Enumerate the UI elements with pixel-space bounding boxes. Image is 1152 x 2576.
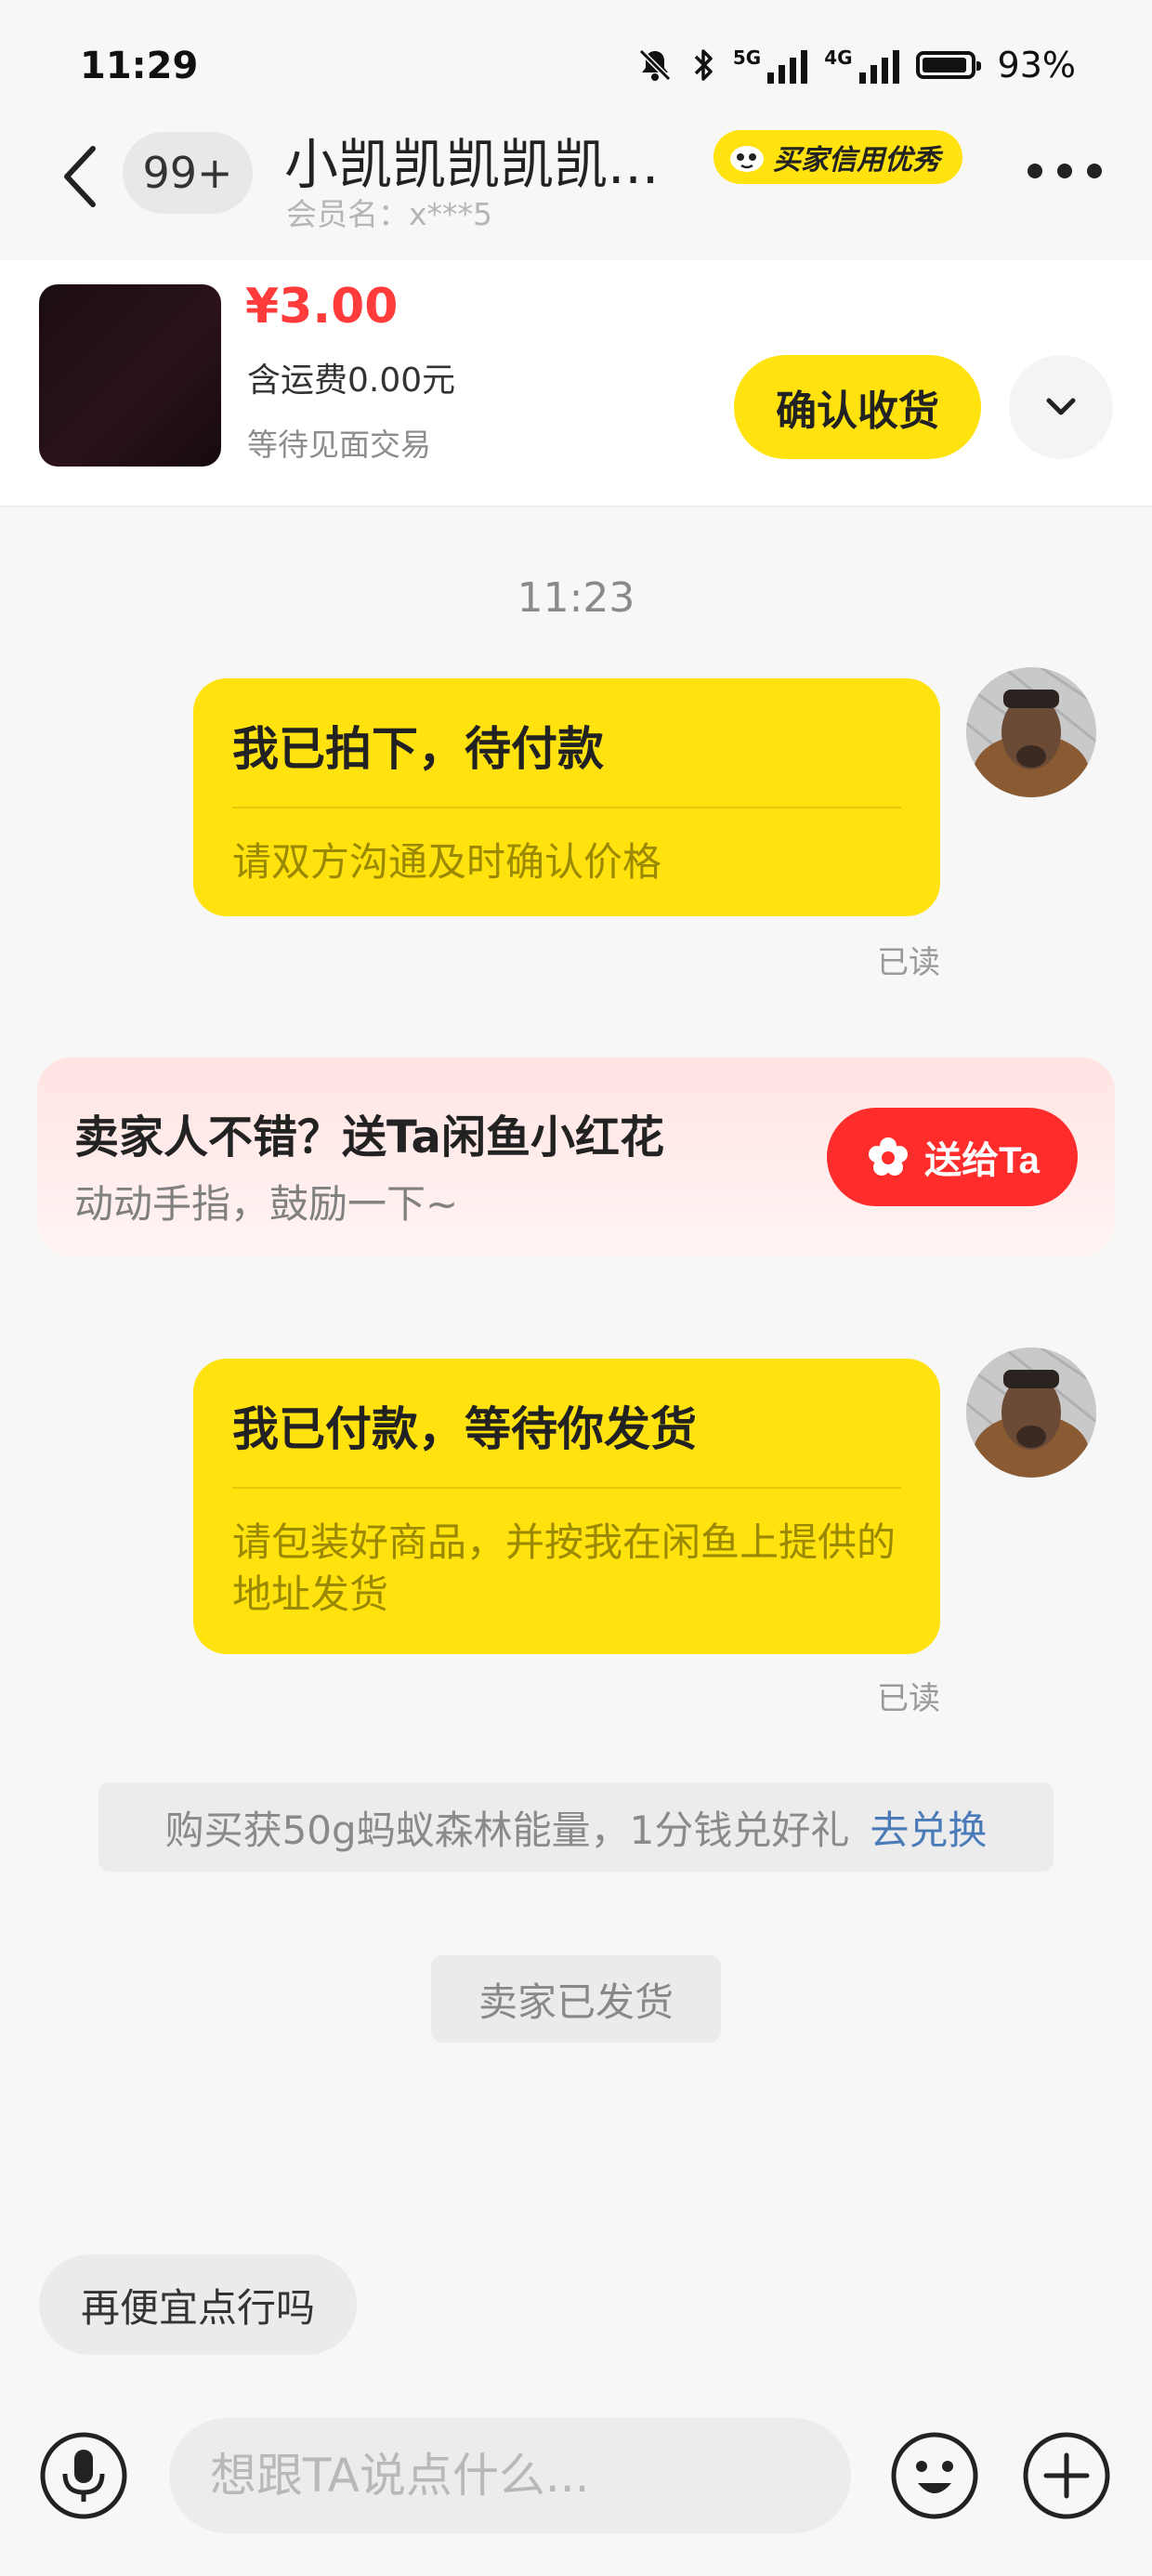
mute-bell-icon [638, 48, 671, 82]
message-subtitle: 请双方沟通及时确认价格 [232, 839, 662, 885]
flower-icon [869, 1137, 909, 1176]
message-title: 我已付款，等待你发货 [232, 1402, 697, 1456]
shipped-notice: 卖家已发货 [431, 1955, 721, 2043]
avatar[interactable] [966, 1347, 1096, 1478]
dog-avatar-icon [966, 1347, 1096, 1478]
message-subtitle: 请包装好商品，并按我在闲鱼上提供的地址发货 [232, 1519, 897, 1617]
credit-badge-label: 买家信用优秀 [773, 144, 940, 177]
read-receipt: 已读 [877, 944, 940, 981]
message-timestamp: 11:23 [517, 574, 635, 622]
signal-icon: 4G [824, 46, 899, 84]
divider [232, 1487, 901, 1489]
chevron-down-icon [1046, 398, 1076, 415]
promo-text: 购买获50g蚂蚁森林能量，1分钱兑好礼 [164, 1807, 850, 1853]
more-options-button[interactable] [1028, 152, 1102, 190]
battery-icon [915, 51, 981, 79]
message-bubble[interactable]: 我已付款，等待你发货 请包装好商品，并按我在闲鱼上提供的地址发货 [193, 1359, 940, 1654]
battery-percent: 93% [997, 45, 1076, 85]
read-receipt: 已读 [877, 1680, 940, 1717]
chevron-left-icon [64, 146, 96, 207]
product-thumbnail[interactable] [39, 284, 221, 467]
more-actions-button[interactable] [1022, 2431, 1111, 2520]
emoji-button[interactable] [890, 2431, 979, 2520]
voice-input-button[interactable] [39, 2431, 128, 2520]
message-input[interactable] [169, 2418, 851, 2533]
send-flower-label: 送给Ta [924, 1140, 1040, 1181]
microphone-icon [40, 2432, 127, 2519]
expand-order-button[interactable] [1009, 355, 1113, 459]
order-price: ¥3.00 [245, 279, 399, 335]
chat-partner-name: 小凯凯凯凯凯... [284, 133, 660, 196]
flower-card-title: 卖家人不错？送Ta闲鱼小红花 [74, 1111, 664, 1163]
credit-badge[interactable]: 买家信用优秀 [713, 130, 962, 184]
order-status: 等待见面交易 [247, 427, 431, 463]
shipping-fee: 含运费0.00元 [247, 361, 456, 400]
dog-avatar-icon [966, 667, 1096, 797]
confirm-receipt-button[interactable]: 确认收货 [734, 355, 981, 459]
status-time: 11:29 [80, 45, 199, 87]
dot-icon [1057, 164, 1072, 178]
dot-icon [1028, 164, 1042, 178]
bluetooth-icon [694, 49, 713, 81]
unread-count-badge[interactable]: 99+ [123, 132, 253, 214]
divider [232, 807, 901, 808]
send-flower-button[interactable]: 送给Ta [827, 1108, 1078, 1206]
fish-mascot-icon [730, 146, 764, 172]
dot-icon [1087, 164, 1102, 178]
member-id: 会员名：x***5 [286, 196, 493, 232]
message-title: 我已拍下，待付款 [232, 722, 604, 776]
promo-redeem-link[interactable]: 去兑换 [870, 1799, 987, 1856]
message-bubble[interactable]: 我已拍下，待付款 请双方沟通及时确认价格 [193, 678, 940, 916]
signal-icon: 5G [733, 46, 808, 84]
status-icons: 5G 4G 93% [636, 45, 1076, 85]
promo-banner: 购买获50g蚂蚁森林能量，1分钱兑好礼 去兑换 [98, 1782, 1054, 1872]
emoji-icon [891, 2432, 978, 2519]
avatar[interactable] [966, 667, 1096, 797]
quick-reply-chip[interactable]: 再便宜点行吗 [39, 2254, 357, 2355]
back-button[interactable] [52, 139, 108, 214]
plus-icon [1023, 2432, 1110, 2519]
flower-card-subtitle: 动动手指，鼓励一下~ [74, 1181, 459, 1227]
